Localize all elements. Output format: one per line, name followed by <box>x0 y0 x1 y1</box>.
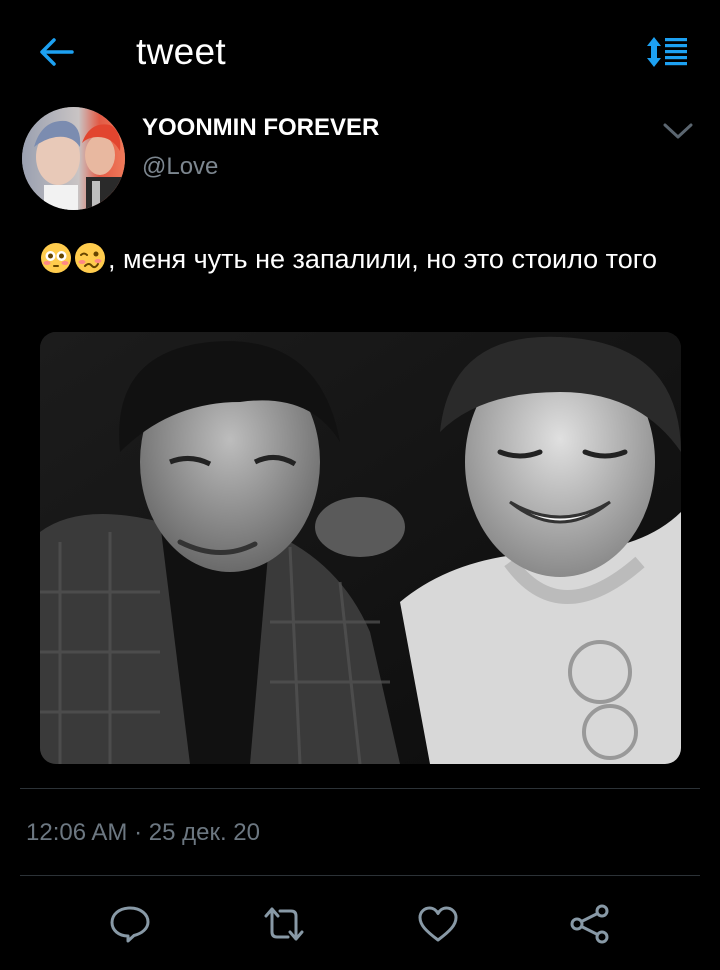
author-handle[interactable]: @Love <box>142 152 218 182</box>
share-icon <box>570 904 609 944</box>
tweet-media-photo[interactable] <box>40 332 681 764</box>
screen-title: tweet <box>136 31 226 72</box>
reply-bubble-icon <box>110 906 150 943</box>
chevron-down-icon <box>663 123 693 139</box>
like-button[interactable] <box>416 904 460 944</box>
photo-image <box>40 332 681 764</box>
arrow-left-icon <box>40 38 74 66</box>
more-options-button[interactable] <box>660 118 696 144</box>
sort-lines-icon <box>647 37 687 67</box>
reply-button[interactable] <box>108 904 152 944</box>
share-button[interactable] <box>568 904 612 944</box>
tweet-body: , меня чуть не запалили, но это стоило т… <box>108 244 658 274</box>
tweet-text: , меня чуть не запалили, но это стоило т… <box>40 240 680 278</box>
back-button[interactable] <box>36 34 76 70</box>
heart-icon <box>418 906 458 942</box>
retweet-icon <box>264 907 304 941</box>
divider <box>20 875 700 876</box>
woozy-face-icon <box>75 243 105 273</box>
author-display-name[interactable]: YOONMIN FOREVER <box>142 113 379 143</box>
top-bar: tweet <box>0 0 720 100</box>
retweet-button[interactable] <box>262 904 306 944</box>
avatar-photo <box>22 107 125 210</box>
avatar[interactable] <box>22 107 125 210</box>
tweet-timestamp: 12:06 AM · 25 дек. 20 <box>26 819 260 846</box>
divider <box>20 788 700 789</box>
flushed-face-icon <box>41 243 71 273</box>
sort-button[interactable] <box>646 34 690 70</box>
